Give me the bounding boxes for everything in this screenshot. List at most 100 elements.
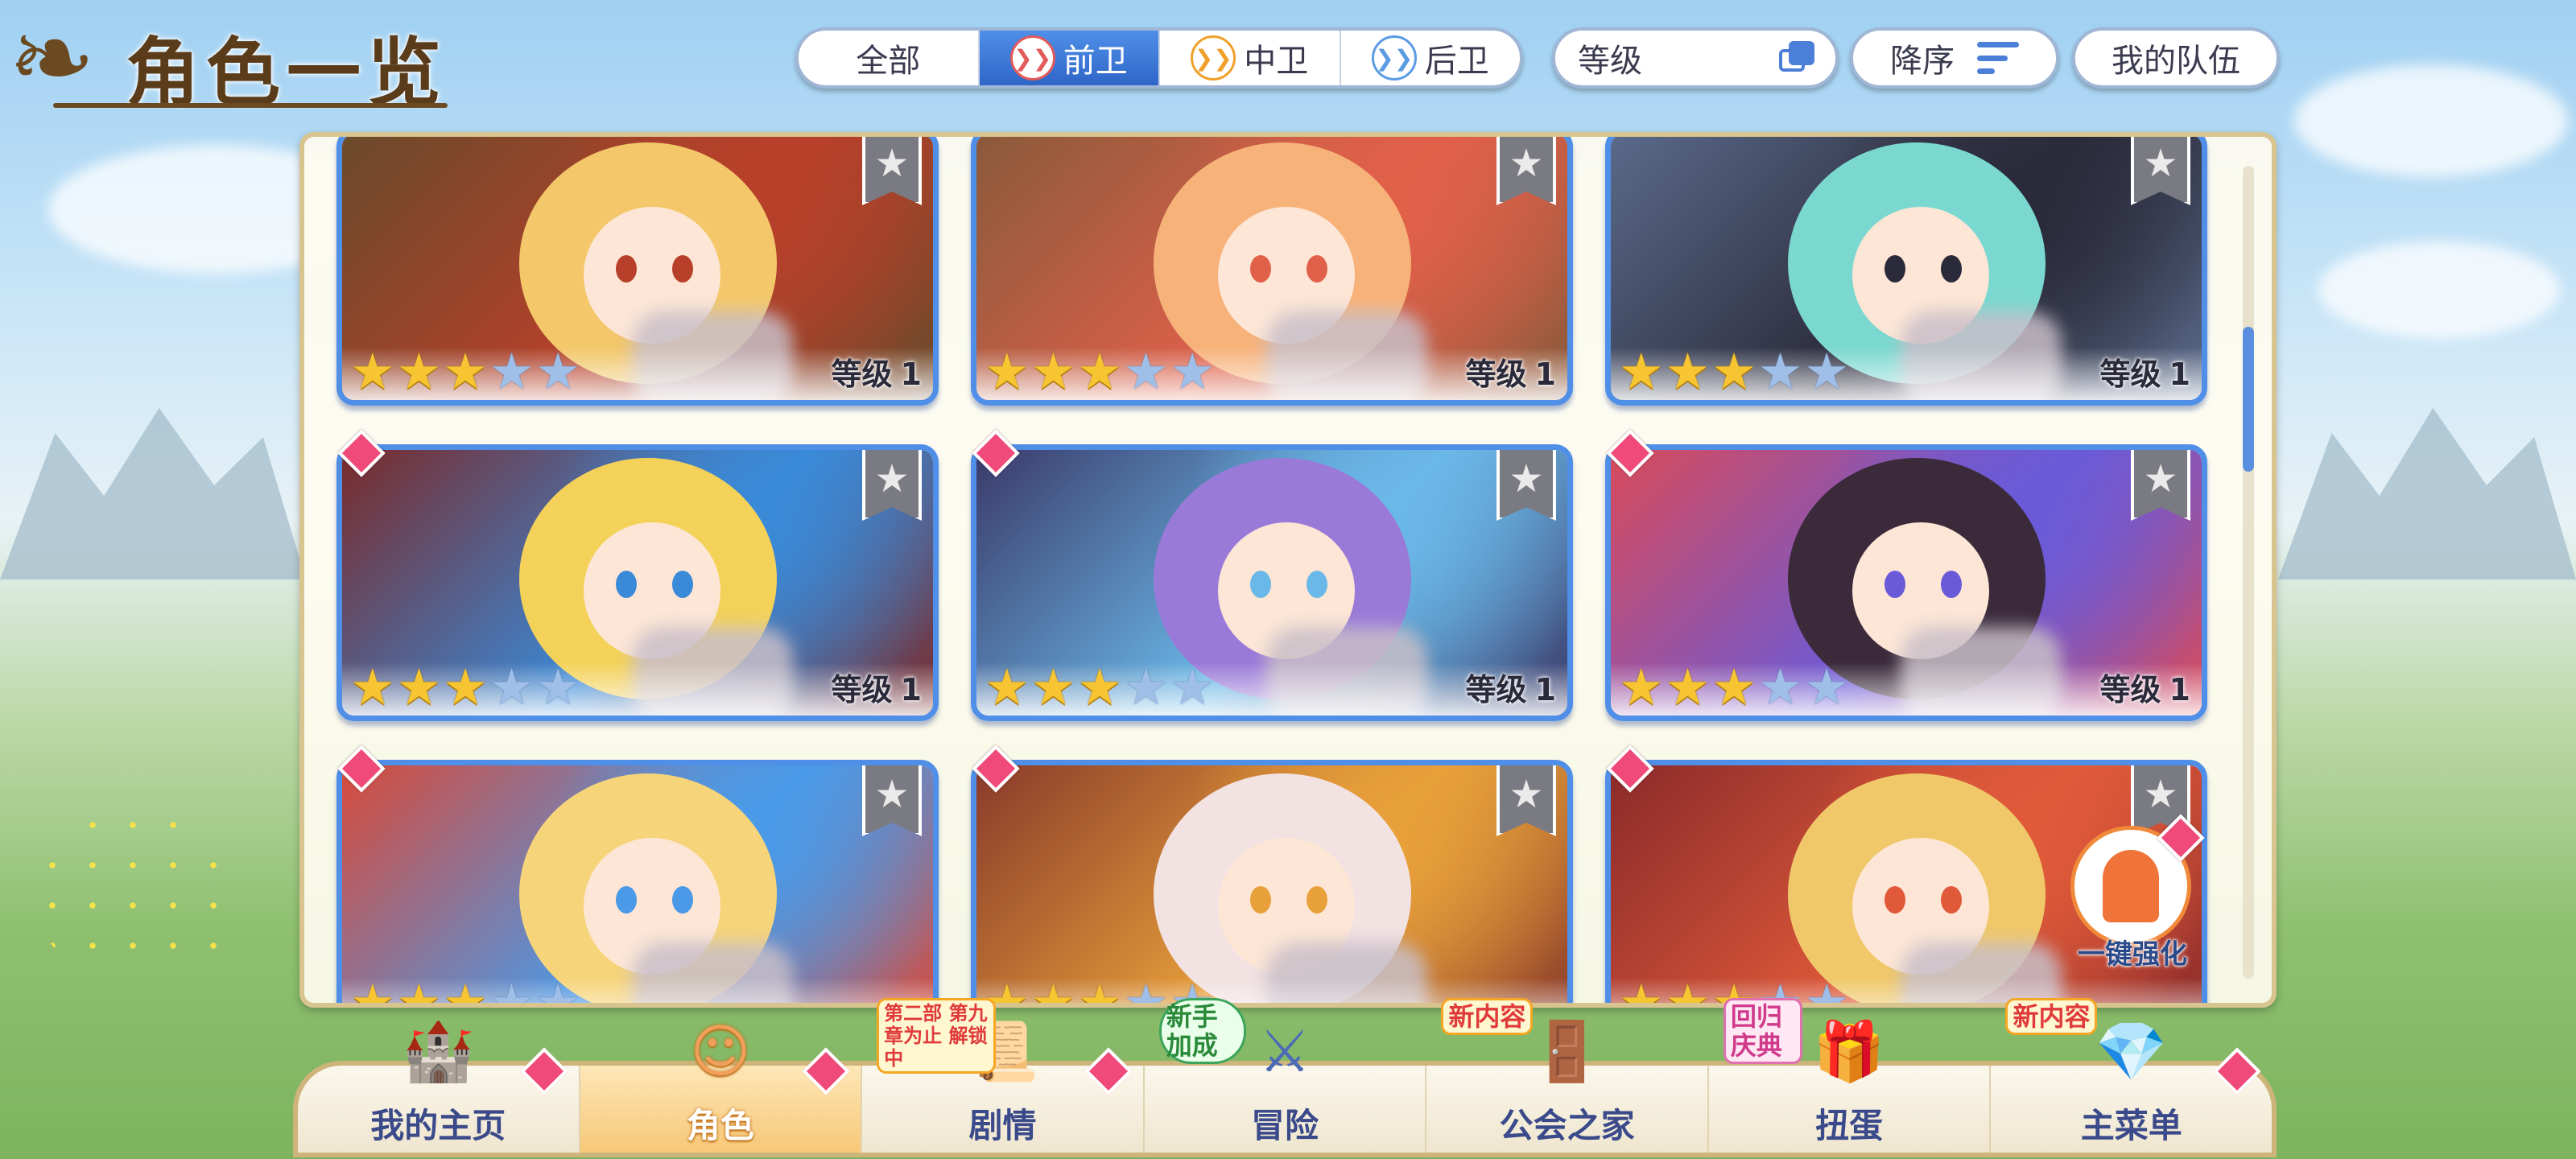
nav-label: 公会之家 (1499, 1106, 1635, 1145)
character-card[interactable]: ★ ★ ★ ★ ★ 等级 1 ★ (336, 444, 939, 721)
character-list-panel: ★ ★ ★ ★ ★ 等级 1 ★ ★ ★ ★ ★ ★ 等级 1 ★ ★ ★ ★ ★ ★ 等级 1 ★ ★ ★ ★ ★ ★ 等级 1 ★ ★ ★ ★ ★… (299, 132, 2277, 1008)
star-filled-icon: ★ (1619, 973, 1664, 1008)
star-empty-icon: ★ (1757, 342, 1803, 401)
level-text: 等级 (831, 357, 893, 392)
front-role-icon: ❯❯ (1009, 35, 1055, 80)
back-role-icon: ❯❯ (1371, 35, 1417, 80)
scrollbar[interactable] (2243, 166, 2254, 979)
character-icon: ☺ (690, 1017, 751, 1085)
sort-order-button[interactable]: 降序 (1850, 27, 2059, 89)
level-label: 等级 1 (1466, 349, 1556, 394)
background-cloud (2294, 64, 2568, 177)
star-filled-icon: ★ (1030, 342, 1076, 401)
background-mountains (2278, 407, 2576, 580)
star-empty-icon: ★ (535, 973, 580, 1008)
background-mountains (0, 407, 306, 580)
nav-label: 扭蛋 (1815, 1106, 1884, 1145)
nav-guild-house[interactable]: 🚪 新内容 公会之家 (1426, 998, 1709, 1153)
character-card[interactable]: ★ ★ ★ ★ ★ ★ (971, 760, 1573, 1008)
rarity-stars: ★ ★ ★ ★ ★ (350, 662, 580, 712)
star-filled-icon: ★ (1619, 658, 1664, 716)
character-card[interactable]: ★ ★ ★ ★ ★ ★ (336, 760, 939, 1008)
my-team-label: 我的队伍 (2112, 43, 2240, 80)
tab-middle[interactable]: ❯❯ 中卫 (1160, 31, 1341, 85)
bottom-nav: 🏰 我的主页 ☺ 角色 📜 第二部 第九章为止 解锁中 剧情 ⚔ 新手 加成 冒… (293, 998, 2277, 1157)
star-filled-icon: ★ (350, 658, 395, 716)
star-filled-icon: ★ (1665, 342, 1711, 401)
layers-icon (1779, 41, 1816, 75)
level-value: 1 (2169, 672, 2190, 707)
role-filter-tabs: 全部 ❯❯ 前卫 ❯❯ 中卫 ❯❯ 后卫 (795, 27, 1523, 89)
character-card[interactable]: ★ ★ ★ ★ ★ 等级 1 ★ (971, 444, 1573, 721)
nav-label: 主菜单 (2080, 1106, 2182, 1145)
new-content-badge: 新内容 (1441, 998, 1534, 1035)
tab-label: 后卫 (1424, 43, 1489, 80)
castle-icon: 🏰 (402, 1017, 475, 1085)
my-team-button[interactable]: 我的队伍 (2072, 27, 2280, 89)
middle-role-icon: ❯❯ (1191, 35, 1236, 80)
nav-character[interactable]: ☺ 角色 (580, 1017, 863, 1153)
nav-main-menu[interactable]: 💎 新内容 主菜单 (1991, 998, 2272, 1153)
sort-order-label: 降序 (1890, 43, 1955, 80)
star-filled-icon: ★ (443, 658, 488, 716)
tab-all[interactable]: 全部 (799, 31, 980, 85)
level-label: 等级 1 (832, 349, 922, 394)
star-empty-icon: ★ (489, 658, 535, 716)
star-empty-icon: ★ (1123, 342, 1169, 401)
scrollbar-thumb[interactable] (2243, 327, 2254, 472)
tab-back[interactable]: ❯❯ 后卫 (1341, 31, 1521, 85)
star-filled-icon: ★ (985, 342, 1030, 401)
nav-label: 我的主页 (370, 1106, 506, 1145)
star-empty-icon: ★ (1804, 658, 1849, 716)
level-text: 等级 (1465, 672, 1527, 707)
star-filled-icon: ★ (350, 342, 395, 401)
rarity-stars: ★ ★ ★ ★ ★ (1619, 662, 1849, 712)
star-empty-icon: ★ (1170, 658, 1215, 716)
character-card[interactable]: ★ ★ ★ ★ ★ 等级 1 ★ (1605, 137, 2207, 406)
star-filled-icon: ★ (443, 342, 488, 401)
sort-field-label: 等级 (1578, 43, 1642, 80)
gacha-icon: 🎁 (1813, 1017, 1885, 1085)
level-value: 1 (900, 672, 922, 707)
sort-field-select[interactable]: 等级 (1552, 27, 1839, 89)
nav-label: 角色 (686, 1106, 754, 1145)
star-empty-icon: ★ (489, 342, 535, 401)
level-label: 等级 1 (2100, 349, 2190, 394)
star-empty-icon: ★ (1123, 658, 1169, 716)
character-card[interactable]: ★ ★ ★ ★ ★ 等级 1 ★ (1605, 444, 2207, 721)
enhance-figure-icon (2103, 850, 2159, 922)
level-value: 1 (1534, 672, 1556, 707)
star-filled-icon: ★ (1077, 658, 1122, 716)
tab-front[interactable]: ❯❯ 前卫 (979, 31, 1160, 85)
rarity-stars: ★ ★ ★ ★ ★ (1619, 347, 1849, 397)
title-underline (53, 103, 448, 108)
page-header: ❧ 角色一览 (5, 3, 456, 116)
character-card[interactable]: ★ ★ ★ ★ ★ 等级 1 ★ (336, 137, 939, 406)
nav-adventure[interactable]: ⚔ 新手 加成 冒险 (1145, 998, 1427, 1153)
star-empty-icon: ★ (1123, 973, 1169, 1008)
level-text: 等级 (2099, 357, 2161, 392)
star-filled-icon: ★ (350, 973, 395, 1008)
star-filled-icon: ★ (1077, 342, 1122, 401)
enhance-label: 一键强化 (2078, 938, 2187, 971)
star-filled-icon: ★ (1665, 973, 1711, 1008)
level-text: 等级 (2099, 672, 2161, 707)
level-value: 1 (2169, 357, 2190, 392)
star-filled-icon: ★ (1619, 342, 1664, 401)
level-text: 等级 (831, 672, 893, 707)
star-empty-icon: ★ (1804, 342, 1849, 401)
notification-gem-icon (1084, 1047, 1133, 1095)
nav-gacha[interactable]: 🎁 回归 庆典 扭蛋 (1709, 998, 1992, 1153)
nav-home[interactable]: 🏰 我的主页 (298, 1017, 580, 1153)
story-unlock-badge: 第二部 第九章为止 解锁中 (877, 998, 997, 1074)
character-portrait (342, 765, 933, 1003)
new-content-badge: 新内容 (2005, 998, 2098, 1035)
ornament-swirl-icon: ❧ (8, 0, 96, 119)
beginner-bonus-badge: 新手 加成 (1158, 998, 1246, 1064)
notification-gem-icon (519, 1047, 568, 1095)
character-card[interactable]: ★ ★ ★ ★ ★ 等级 1 ★ (971, 137, 1573, 406)
return-celebration-badge: 回归 庆典 (1723, 998, 1802, 1064)
nav-story[interactable]: 📜 第二部 第九章为止 解锁中 剧情 (862, 998, 1145, 1153)
one-click-enhance-button[interactable]: 一键强化 (2061, 814, 2205, 979)
notification-gem-icon (2213, 1047, 2261, 1095)
